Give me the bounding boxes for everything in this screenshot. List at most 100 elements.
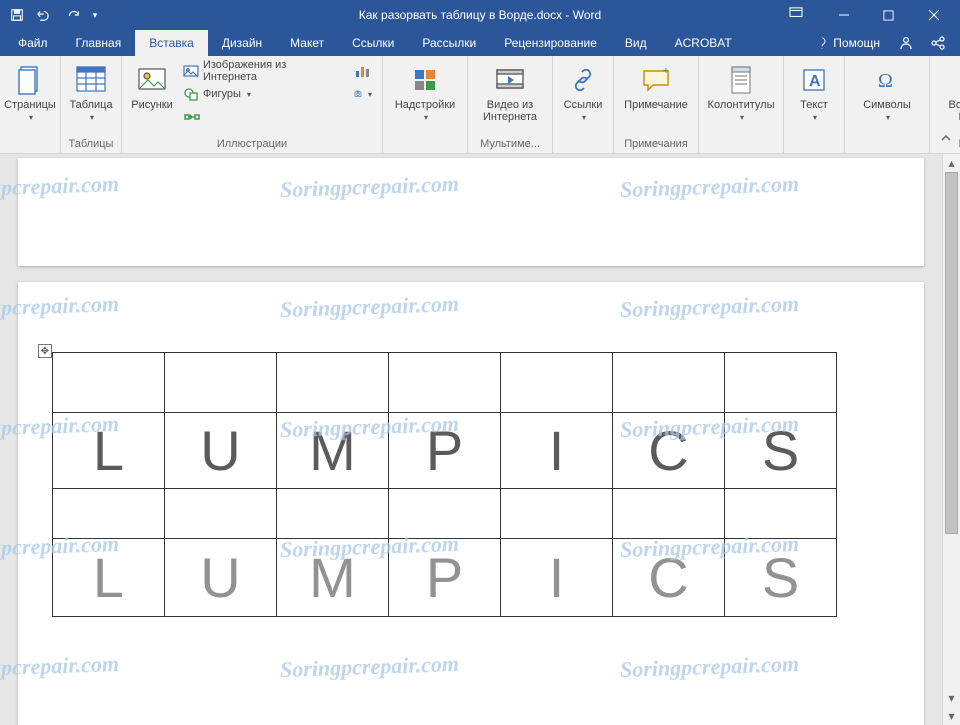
table-row[interactable]: L U M P I C S [53, 413, 837, 489]
symbols-icon: Ω [874, 63, 900, 97]
links-button[interactable]: Ссылки [559, 60, 607, 150]
quick-access-toolbar: ▾ [4, 2, 102, 28]
online-pictures-button[interactable]: Изображения из Интернета [178, 60, 348, 82]
minimize-button[interactable] [821, 0, 866, 30]
scroll-track[interactable] [945, 172, 958, 689]
save-button[interactable] [4, 2, 30, 28]
text-button[interactable]: A Текст [790, 60, 838, 150]
page-previous-bottom [18, 158, 924, 266]
undo-button[interactable] [32, 2, 58, 28]
group-addins: Надстройки [383, 56, 468, 153]
table-button[interactable]: Таблица [67, 60, 115, 138]
online-pictures-label: Изображения из Интернета [203, 59, 343, 83]
symbols-button[interactable]: Ω Символы [851, 60, 923, 150]
tab-view[interactable]: Вид [611, 30, 661, 56]
text-label: Текст [800, 99, 828, 111]
ribbon-display-options-button[interactable] [781, 0, 811, 26]
group-pages: Страницы [0, 56, 61, 153]
group-tables-label: Таблицы [67, 138, 115, 153]
document-area[interactable]: L U M P I C S L U M P [0, 154, 942, 725]
account-icon [930, 35, 946, 51]
screenshot-button[interactable] [350, 83, 376, 105]
svg-text:Ω: Ω [878, 70, 893, 92]
tab-layout[interactable]: Макет [276, 30, 338, 56]
screenshot-icon [354, 86, 362, 102]
scroll-down-button[interactable]: ▾ [943, 689, 960, 707]
shapes-button[interactable]: Фигуры [178, 83, 348, 105]
table-row[interactable]: L U M P I C S [53, 539, 837, 617]
tab-review[interactable]: Рецензирование [490, 30, 611, 56]
pages-button[interactable]: Страницы [6, 60, 54, 150]
group-illustrations-label: Иллюстрации [128, 138, 376, 153]
group-illustrations: Рисунки Изображения из Интернета Фигуры [122, 56, 383, 153]
document-table[interactable]: L U M P I C S L U M P [52, 352, 837, 617]
group-text: A Текст [784, 56, 845, 153]
shapes-label: Фигуры [203, 88, 241, 100]
tab-file[interactable]: Файл [4, 30, 62, 56]
addins-button[interactable]: Надстройки [389, 60, 461, 150]
group-links-label [559, 150, 607, 153]
shapes-icon [183, 86, 199, 102]
group-text-label [790, 150, 838, 153]
tab-acrobat[interactable]: ACROBAT [661, 30, 746, 56]
table-row[interactable] [53, 353, 837, 413]
addins-icon [411, 63, 439, 97]
collapse-ribbon-button[interactable] [938, 131, 954, 147]
links-icon [570, 63, 596, 97]
title-bar: ▾ Как разорвать таблицу в Ворде.docx - W… [0, 0, 960, 30]
chart-icon [354, 63, 370, 79]
group-pages-label [6, 150, 54, 153]
video-label: Видео из Интернета [479, 99, 541, 123]
tab-insert[interactable]: Вставка [135, 30, 208, 56]
chart-button[interactable] [350, 60, 376, 82]
table-row[interactable] [53, 489, 837, 539]
text-icon: A [801, 63, 827, 97]
scroll-thumb[interactable] [945, 172, 958, 534]
qat-customize-button[interactable]: ▾ [88, 2, 102, 28]
tab-home[interactable]: Главная [62, 30, 136, 56]
group-headerfooter-label [705, 150, 777, 153]
symbols-label: Символы [863, 99, 911, 111]
group-addins-label [389, 150, 461, 153]
group-comments: + Примечание Примечания [614, 56, 699, 153]
pictures-button[interactable]: Рисунки [128, 60, 176, 138]
share-button[interactable] [892, 35, 920, 51]
svg-text:A: A [809, 73, 821, 90]
pictures-label: Рисунки [131, 99, 173, 111]
comment-button[interactable]: + Примечание [620, 60, 692, 138]
account-button[interactable] [924, 35, 952, 51]
table-move-handle[interactable] [38, 344, 52, 358]
smartart-button[interactable] [180, 106, 204, 128]
flash-label: Встроить Flash [941, 99, 960, 123]
pages-label: Страницы [4, 99, 56, 111]
close-button[interactable] [911, 0, 956, 30]
flash-button[interactable]: Встроить Flash [936, 60, 960, 138]
group-symbols: Ω Символы [845, 56, 930, 153]
headerfooter-icon [729, 63, 753, 97]
group-symbols-label [851, 150, 923, 153]
ribbon-tabs: Файл Главная Вставка Дизайн Макет Ссылки… [0, 30, 960, 56]
maximize-button[interactable] [866, 0, 911, 30]
redo-button[interactable] [60, 2, 86, 28]
tab-design[interactable]: Дизайн [208, 30, 276, 56]
scroll-up-button[interactable]: ▴ [943, 154, 960, 172]
group-media: Видео из Интернета Мультиме... [468, 56, 553, 153]
online-pictures-icon [183, 63, 199, 79]
headerfooter-button[interactable]: Колонтитулы [705, 60, 777, 150]
vertical-scrollbar[interactable]: ▴ ▾ ▾ [942, 154, 960, 725]
group-tables: Таблица Таблицы [61, 56, 122, 153]
table-label: Таблица [69, 99, 112, 111]
pages-icon [17, 63, 43, 97]
tab-references[interactable]: Ссылки [338, 30, 408, 56]
pictures-icon [137, 63, 167, 97]
comment-label: Примечание [624, 99, 688, 111]
tell-me-button[interactable]: Помощн [807, 36, 888, 50]
share-icon [898, 35, 914, 51]
window-buttons [781, 0, 956, 30]
scroll-end-button[interactable]: ▾ [943, 707, 960, 725]
tell-me-label: Помощн [833, 36, 880, 50]
online-video-button[interactable]: Видео из Интернета [474, 60, 546, 138]
ribbon: Страницы Таблица Таблицы Рисунки [0, 56, 960, 154]
tab-mailings[interactable]: Рассылки [408, 30, 490, 56]
comment-icon: + [641, 63, 671, 97]
